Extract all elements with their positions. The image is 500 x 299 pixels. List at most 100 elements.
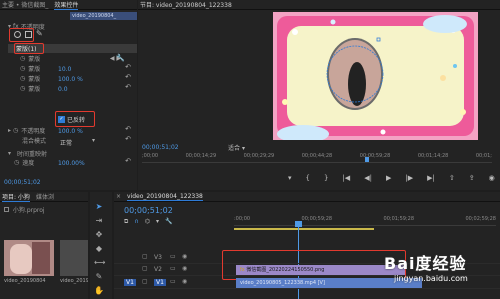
playhead-marker-icon[interactable] — [365, 157, 369, 162]
ruler-tick-label: ;00;00 — [142, 153, 159, 159]
close-icon[interactable]: × — [116, 193, 121, 200]
chevron-down-icon[interactable]: ▾ — [92, 137, 95, 144]
lock-icon[interactable]: ▢ — [142, 253, 148, 260]
ruler-tick-label: 00;01;14;28 — [417, 153, 449, 159]
eye-icon[interactable]: ◉ — [182, 253, 187, 260]
time-remap-label: 时间重映射 — [17, 151, 48, 158]
export-frame-icon[interactable]: ◉ — [489, 174, 495, 182]
tab-media-browser[interactable]: 媒体浏 — [36, 192, 54, 201]
selection-tool-icon[interactable]: ➤ — [94, 202, 104, 212]
thumbnail-image — [10, 244, 32, 274]
toggle-output-icon[interactable]: ▭ — [170, 253, 176, 260]
toggle-output-icon[interactable]: ▭ — [170, 278, 176, 285]
razor-tool-icon[interactable]: ◆ — [94, 244, 104, 254]
opacity-value[interactable]: 100.0 % — [58, 128, 83, 135]
mask-opacity-label: 蒙版 — [28, 76, 41, 83]
fit-select[interactable]: 适合 ▾ — [228, 143, 245, 152]
timeline-timecode[interactable]: 00;00;51;02 — [124, 206, 173, 215]
add-marker-icon[interactable]: ▾ — [156, 218, 159, 226]
ruler-tick-label: 00;00;44;28 — [301, 153, 333, 159]
stopwatch-icon[interactable]: ◷ — [13, 127, 18, 134]
program-timecode[interactable]: 00;00;51;02 — [142, 144, 179, 151]
reset-icon[interactable]: ↶ — [125, 83, 131, 91]
track-select-icon[interactable]: ⇥ — [94, 216, 104, 226]
timeline-tools-row: ⧉ ∩ ⌬ ▾ 🔧 — [124, 218, 172, 226]
play-icon[interactable]: ▶ — [386, 174, 391, 182]
mask-path-label: 蒙版 — [28, 56, 41, 63]
eye-icon[interactable]: ◉ — [182, 278, 187, 285]
reset-icon[interactable]: ↶ — [125, 157, 131, 165]
opacity-row: ▸ ◷ 不透明度 — [0, 126, 45, 135]
mark-in-icon[interactable]: { — [306, 174, 310, 182]
tab-source[interactable]: 主要 • 微信截图_ — [2, 0, 48, 9]
track-label: V1 — [154, 279, 166, 286]
program-ruler[interactable]: ;00;00 00;00;14;29 00;00;29;29 00;00;44;… — [142, 153, 492, 163]
work-area-bar[interactable] — [234, 228, 374, 230]
hand-tool-icon[interactable]: ✋ — [94, 286, 104, 296]
watermark-brand: Bai度经验 — [384, 254, 467, 273]
reset-icon[interactable]: ↶ — [125, 125, 131, 133]
timeline-ruler[interactable]: :00;00 00;00;59;28 00;01;59;28 00;02;59;… — [234, 216, 496, 226]
reset-icon[interactable]: ↶ — [125, 73, 131, 81]
mask-opacity-value[interactable]: 100.0 % — [58, 76, 83, 83]
tab-project[interactable]: 项目: 小狗 — [2, 192, 30, 202]
stopwatch-icon[interactable]: ◷ — [20, 65, 25, 72]
media-thumbnail-2[interactable] — [60, 240, 88, 276]
pen-tool-icon[interactable]: ✎ — [94, 272, 104, 282]
track-label: V3 — [154, 254, 162, 261]
stopwatch-icon[interactable]: ◷ — [20, 55, 25, 62]
slip-tool-icon[interactable]: ⟷ — [94, 258, 105, 268]
effect-controls-timecode[interactable]: 00;00;51;02 — [4, 179, 41, 186]
lift-icon[interactable]: ⇧ — [449, 174, 455, 182]
toggle-output-icon[interactable]: ▭ — [170, 265, 176, 272]
expand-arrow-icon[interactable]: ▸ — [8, 127, 11, 134]
mask-expand-value[interactable]: 0.0 — [58, 86, 68, 93]
settings-wrench-icon[interactable]: 🔧 — [165, 218, 172, 226]
reset-icon[interactable]: ↶ — [125, 135, 131, 143]
mask-feather-value[interactable]: 10.0 — [58, 66, 71, 73]
watermark-url: jingyan.baidu.com — [394, 274, 468, 283]
media-thumbnail-1[interactable] — [4, 240, 54, 276]
step-back-icon[interactable]: ◀| — [364, 174, 372, 182]
lock-icon[interactable]: ▢ — [142, 278, 148, 285]
add-marker-icon[interactable]: ▾ — [288, 174, 292, 182]
tab-effect-controls[interactable]: 效果控件 — [54, 0, 79, 10]
step-forward-icon[interactable]: |▶ — [405, 174, 413, 182]
effect-controls-panel: 主要 • 微信截图_ 效果控件 video_20190804_ ▾ fx 不透明… — [0, 0, 137, 190]
speed-value[interactable]: 100.00% — [58, 160, 85, 167]
go-to-out-icon[interactable]: ▶| — [427, 174, 435, 182]
ripple-edit-icon[interactable]: ✥ — [94, 230, 104, 240]
nest-toggle-icon[interactable]: ⧉ — [124, 218, 128, 226]
reset-icon[interactable]: ↶ — [125, 63, 131, 71]
project-panel: 项目: 小狗 媒体浏 小狗.prproj video_20190804 vide… — [0, 192, 88, 299]
blend-mode-select[interactable]: 正常 — [60, 138, 72, 147]
v1-source-patch[interactable]: V1 — [124, 279, 136, 286]
wrench-icon[interactable]: 🔧 — [116, 54, 125, 62]
ruler-tick-label: 00;02;59;28 — [465, 216, 496, 222]
tab-sequence[interactable]: video_20190804_122338 — [127, 193, 203, 201]
chevron-down-icon[interactable]: ▾ — [242, 145, 245, 152]
lock-icon[interactable]: ▢ — [142, 265, 148, 272]
expand-arrow-icon[interactable]: ▾ — [8, 150, 11, 157]
tools-panel: ➤ ⇥ ✥ ◆ ⟷ ✎ ✋ — [90, 192, 112, 299]
fit-select-label: 适合 — [228, 145, 241, 152]
mark-out-icon[interactable]: } — [324, 174, 328, 182]
project-file-icon — [4, 207, 9, 212]
cartoon-frame-image — [273, 12, 478, 143]
eye-icon[interactable]: ◉ — [182, 265, 187, 272]
stopwatch-icon[interactable]: ◷ — [14, 159, 19, 166]
tab-program[interactable]: 节目: video_20190804_122338 — [140, 0, 232, 9]
extract-icon[interactable]: ⇪ — [469, 174, 475, 182]
time-remap-row: ▾ 时间重映射 — [0, 149, 47, 158]
stopwatch-icon[interactable]: ◷ — [20, 75, 25, 82]
blend-mode-row: 混合模式 — [0, 136, 46, 145]
clip-name-strip: video_20190804_ — [70, 12, 137, 20]
ruler-tick-label: 00;01;59;28 — [383, 216, 415, 222]
mask-feather-row: ◷ 蒙版 — [0, 64, 46, 73]
linked-selection-icon[interactable]: ⌬ — [145, 218, 150, 226]
snap-icon[interactable]: ∩ — [134, 218, 138, 226]
go-to-in-icon[interactable]: |◀ — [342, 174, 350, 182]
pen-mask-icon[interactable]: ✎ — [36, 29, 43, 38]
playhead-handle[interactable] — [295, 221, 302, 227]
stopwatch-icon[interactable]: ◷ — [20, 85, 25, 92]
